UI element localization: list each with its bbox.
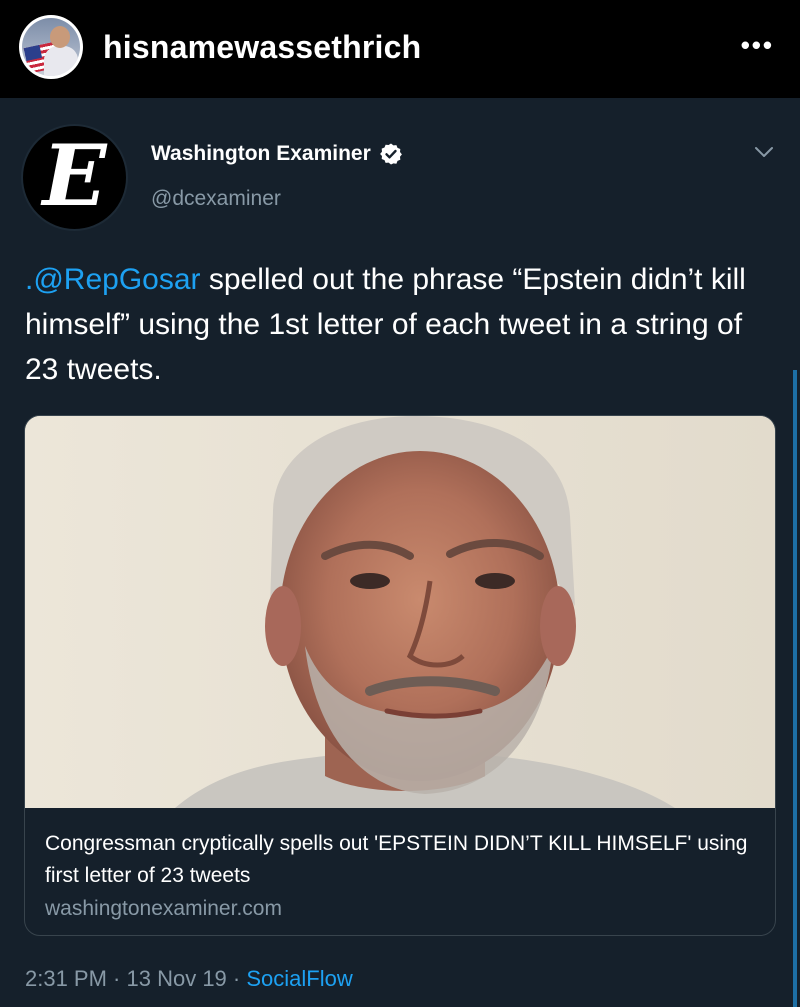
tweet-text: .@RepGosar spelled out the phrase “Epste… bbox=[25, 257, 765, 392]
avatar-face bbox=[50, 26, 70, 48]
tweet-date[interactable]: 13 Nov 19 bbox=[127, 966, 227, 992]
logo-letter: E bbox=[42, 125, 107, 225]
washington-examiner-logo-icon[interactable]: E bbox=[21, 124, 128, 231]
card-title[interactable]: Congressman cryptically spells out 'EPST… bbox=[45, 828, 757, 892]
instagram-post-header: hisnamewassethrich ••• bbox=[0, 0, 800, 98]
tweet-time[interactable]: 2:31 PM bbox=[25, 966, 107, 992]
username-link[interactable]: hisnamewassethrich bbox=[103, 29, 421, 66]
meta-separator: · bbox=[106, 966, 127, 991]
avatar[interactable] bbox=[19, 15, 83, 79]
author-name[interactable]: Washington Examiner bbox=[151, 142, 403, 166]
card-domain: washingtonexaminer.com bbox=[45, 897, 282, 920]
author-handle[interactable]: @dcexaminer bbox=[151, 187, 281, 211]
scrollbar[interactable] bbox=[793, 370, 797, 1007]
avatar-shirt bbox=[44, 46, 78, 76]
ellipsis-icon[interactable]: ••• bbox=[741, 32, 774, 58]
tweet-metadata: 2:31 PM · 13 Nov 19 · SocialFlow bbox=[25, 966, 353, 992]
chevron-down-icon[interactable] bbox=[752, 140, 776, 164]
mention-link[interactable]: .@RepGosar bbox=[25, 263, 201, 296]
tweet-source-link[interactable]: SocialFlow bbox=[246, 966, 352, 992]
meta-separator: · bbox=[226, 966, 247, 991]
article-photo bbox=[25, 416, 775, 808]
verified-badge-icon bbox=[379, 143, 402, 165]
author-name-text: Washington Examiner bbox=[151, 142, 371, 165]
card-body: Congressman cryptically spells out 'EPST… bbox=[45, 828, 757, 924]
link-card[interactable]: Congressman cryptically spells out 'EPST… bbox=[24, 415, 776, 936]
avatar-photo bbox=[22, 18, 80, 76]
